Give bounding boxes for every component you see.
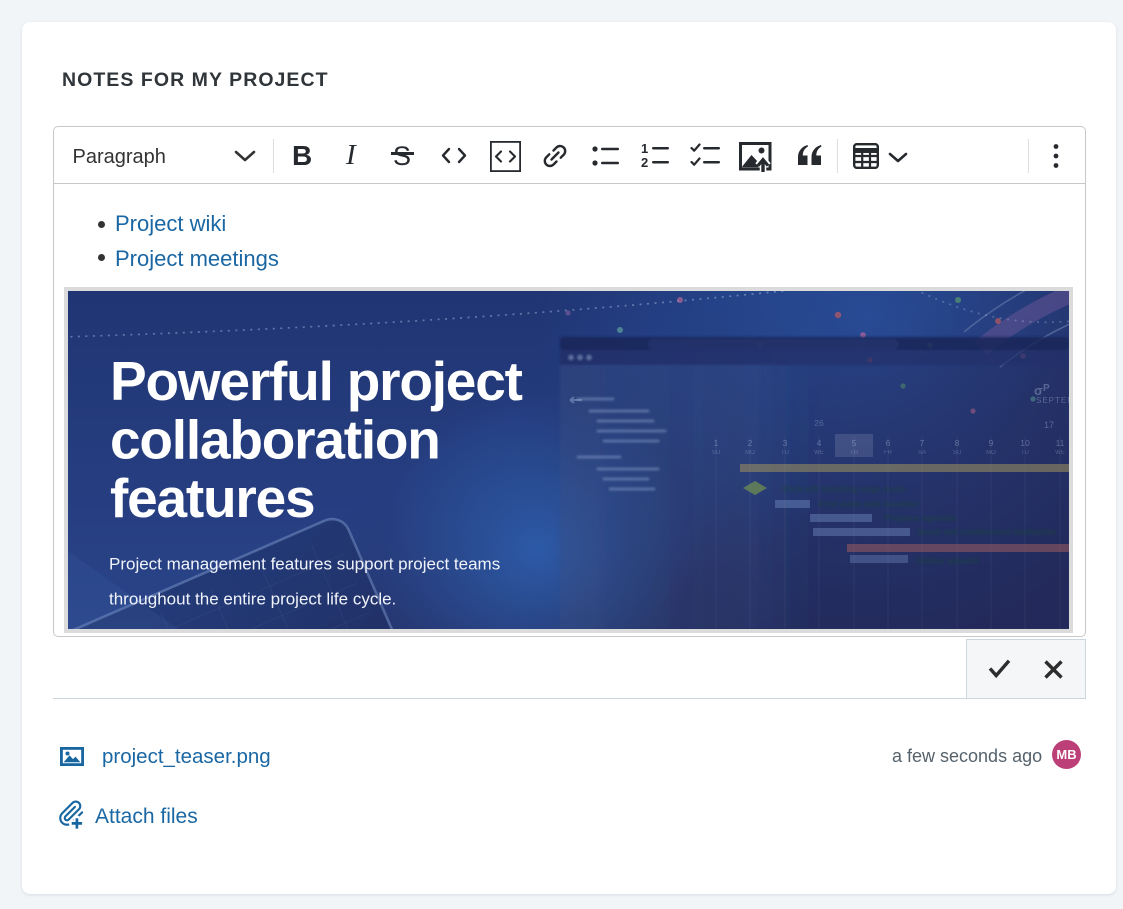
svg-text:Online adverti: Online adverti — [915, 556, 978, 567]
svg-text:Send out conference invitation: Send out conference invitation — [917, 527, 1056, 538]
svg-text:Powerful project: Powerful project — [110, 350, 523, 412]
svg-text:Find date and location: Find date and location — [818, 499, 919, 510]
svg-text:26: 26 — [814, 418, 824, 428]
svg-text:2: 2 — [641, 155, 648, 170]
svg-text:17: 17 — [1044, 420, 1054, 430]
svg-text:Project management features su: Project management features support proj… — [109, 554, 500, 573]
svg-text:features: features — [110, 467, 314, 529]
svg-text:throughout the entire project: throughout the entire project life cycle… — [109, 590, 396, 609]
svg-text:P: P — [1043, 383, 1050, 394]
svg-text:Prepare agenda: Prepare agenda — [884, 513, 956, 524]
svg-text:σ: σ — [1034, 383, 1043, 398]
svg-text:1: 1 — [641, 142, 648, 156]
svg-text:collaboration: collaboration — [110, 409, 440, 471]
svg-text:Kick-off meeting orga team: Kick-off meeting orga team — [783, 484, 905, 495]
